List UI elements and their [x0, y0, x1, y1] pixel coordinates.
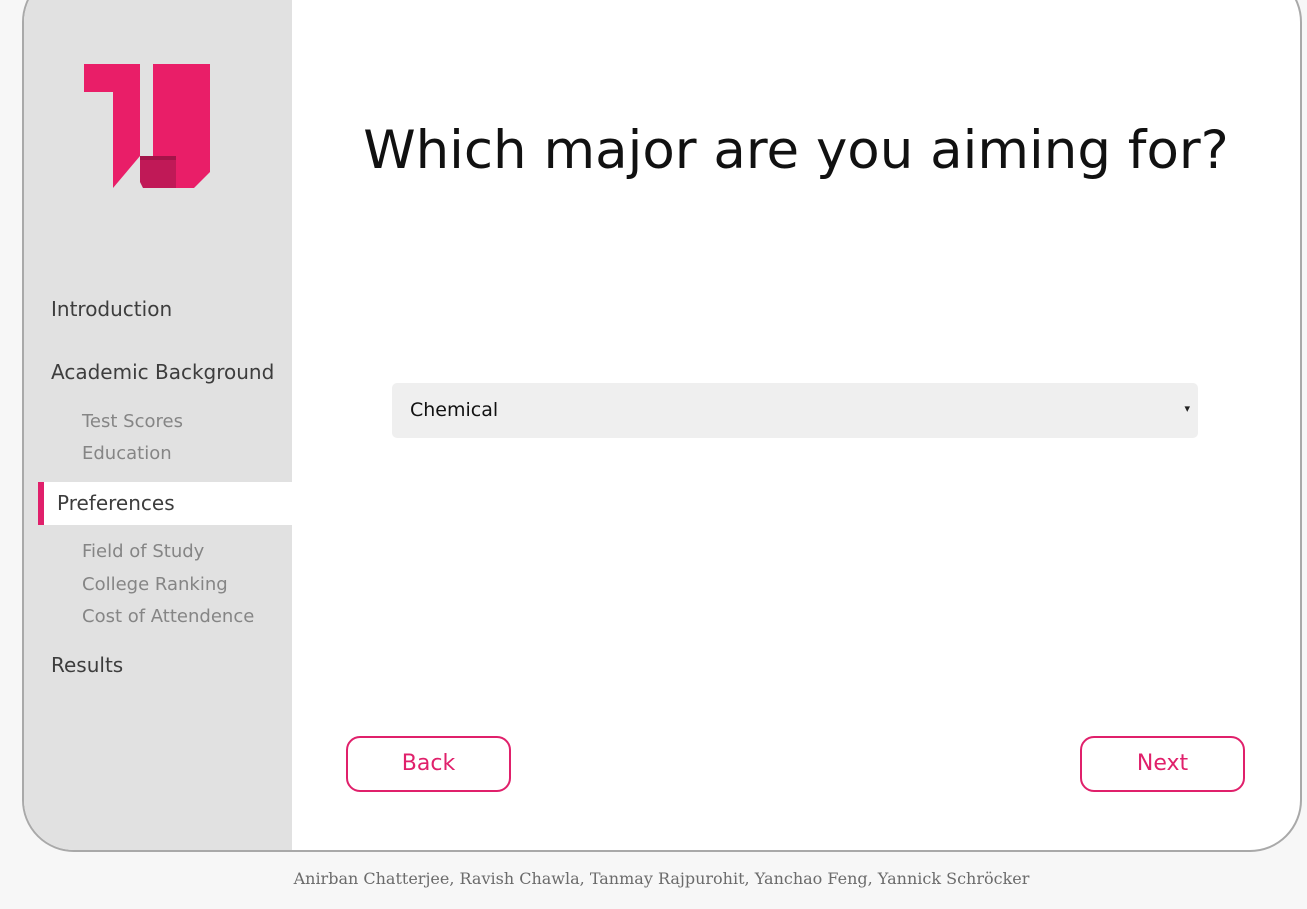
app-frame: Introduction Academic Background Test Sc… — [22, 0, 1302, 852]
nav-cost-of-attendence[interactable]: Cost of Attendence — [82, 606, 254, 627]
back-button[interactable]: Back — [346, 736, 511, 792]
nav-academic-background[interactable]: Academic Background — [51, 360, 274, 384]
u-logo-icon — [84, 64, 210, 188]
major-select-value: Chemical — [410, 399, 499, 421]
nav-introduction[interactable]: Introduction — [51, 297, 172, 321]
chevron-down-icon: ▾ — [1184, 402, 1190, 415]
next-button[interactable]: Next — [1080, 736, 1245, 792]
nav-preferences[interactable]: Preferences — [38, 482, 292, 525]
nav-test-scores[interactable]: Test Scores — [82, 411, 183, 432]
page-title: Which major are you aiming for? — [363, 120, 1229, 181]
nav-preferences-label: Preferences — [57, 491, 175, 515]
footer-authors: Anirban Chatterjee, Ravish Chawla, Tanma… — [293, 869, 1030, 888]
nav-college-ranking[interactable]: College Ranking — [82, 574, 228, 595]
nav-results[interactable]: Results — [51, 653, 123, 677]
nav-education[interactable]: Education — [82, 443, 172, 464]
sidebar: Introduction Academic Background Test Sc… — [24, 0, 292, 850]
nav-field-of-study[interactable]: Field of Study — [82, 541, 204, 562]
major-select[interactable]: Chemical ▾ — [392, 383, 1198, 438]
